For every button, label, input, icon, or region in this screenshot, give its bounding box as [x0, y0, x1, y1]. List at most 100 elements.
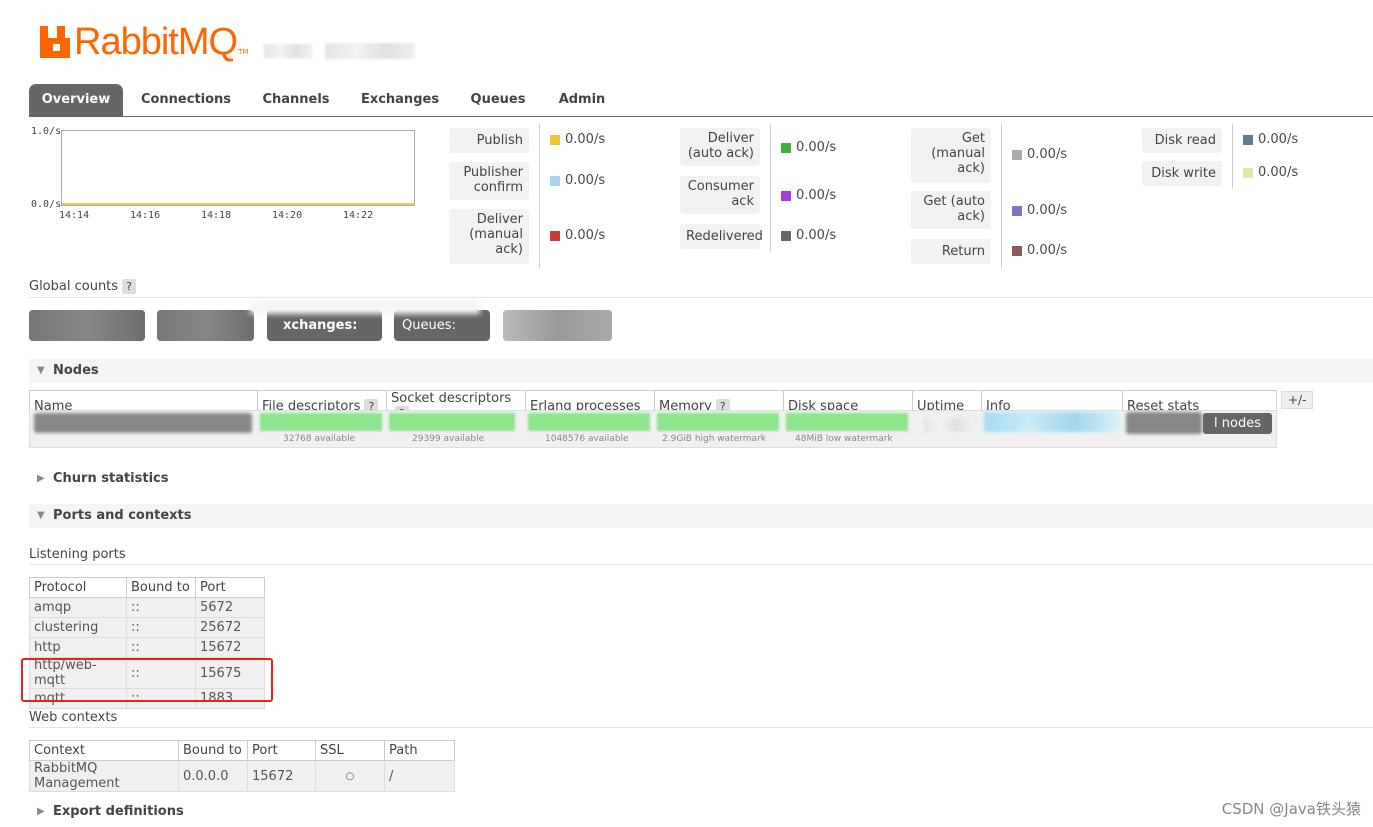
deliver-manual-swatch: [550, 230, 560, 241]
tab-exchanges[interactable]: Exchanges: [357, 84, 443, 116]
get-manual-ack-button[interactable]: Get (manual ack): [911, 128, 991, 183]
redelivered-swatch: [781, 230, 791, 241]
listening-ports-label: Listening ports: [29, 547, 126, 562]
tab-channels[interactable]: Channels: [255, 84, 337, 116]
table-row: RabbitMQ Management 0.0.0.0 15672 ○ /: [29, 760, 455, 792]
file-descriptors-available: 32768 available: [283, 434, 356, 444]
web-contexts-label: Web contexts: [29, 710, 118, 725]
x-tick: 14:18: [201, 210, 232, 221]
get-auto-swatch: [1012, 205, 1022, 216]
rabbitmq-logo[interactable]: RabbitMQ TM: [40, 22, 248, 62]
consumer-ack-swatch: [781, 190, 791, 201]
disk-watermark: 48MiB low watermark: [795, 434, 893, 444]
table-row: http:: 15672: [29, 637, 265, 658]
redelivered-rate: 0.00/s: [781, 228, 836, 243]
get-auto-ack-button[interactable]: Get (auto ack): [911, 191, 991, 229]
consumer-ack-rate: 0.00/s: [781, 188, 836, 203]
publish-swatch: [550, 134, 560, 145]
logo-text: RabbitMQ: [74, 21, 238, 63]
tab-queues[interactable]: Queues: [465, 84, 531, 116]
deliver-manual-ack-button[interactable]: Deliver (manual ack): [449, 209, 529, 264]
consumer-ack-button[interactable]: Consumer ack: [680, 176, 760, 214]
main-tabs: Overview Connections Channels Exchanges …: [29, 84, 1373, 117]
highlight-annotation: [21, 658, 273, 702]
consumers-count-button[interactable]: [503, 310, 612, 341]
socket-descriptors-available: 29399 available: [412, 434, 485, 444]
collapse-icon: ▼: [37, 365, 45, 376]
disk-read-button[interactable]: Disk read: [1142, 128, 1222, 153]
tab-connections[interactable]: Connections: [137, 84, 235, 116]
deliver-manual-rate: 0.00/s: [550, 228, 605, 243]
disk-write-swatch: [1243, 167, 1253, 178]
connections-count-button[interactable]: [29, 310, 145, 341]
erlang-processes-available: 1048576 available: [545, 434, 629, 444]
y-axis-min: 0.0/s: [31, 199, 62, 210]
uptime-redacted: [924, 418, 972, 432]
publish-button[interactable]: Publish: [449, 128, 529, 153]
col-bound-to: Bound to: [126, 577, 196, 598]
chart-plot-area: [61, 130, 415, 206]
get-manual-swatch: [1012, 149, 1022, 160]
logo-tm: TM: [238, 48, 249, 56]
global-counts-label: Global counts?: [29, 279, 136, 294]
help-icon[interactable]: ?: [122, 279, 136, 294]
churn-statistics-toggle[interactable]: ▶ Churn statistics: [29, 471, 169, 486]
rate-series-line: [62, 203, 414, 205]
col-ssl: SSL: [315, 740, 385, 761]
tab-admin[interactable]: Admin: [551, 84, 613, 116]
disk-write-button[interactable]: Disk write: [1142, 161, 1222, 186]
export-definitions-toggle[interactable]: ▶ Export definitions: [29, 804, 184, 819]
queues-count-button[interactable]: Queues:: [394, 310, 490, 341]
info-badges-redacted: [984, 412, 1120, 432]
ssl-off-icon: ○: [315, 760, 385, 792]
disk-space-bar: [786, 413, 908, 431]
x-tick: 14:16: [130, 210, 161, 221]
channels-count-button[interactable]: [157, 310, 254, 341]
ports-contexts-toggle[interactable]: ▼ Ports and contexts: [29, 504, 1373, 528]
deliver-auto-ack-button[interactable]: Deliver (auto ack): [680, 128, 760, 166]
table-row: amqp:: 5672: [29, 597, 265, 618]
publisher-confirm-swatch: [550, 175, 560, 186]
x-tick: 14:20: [272, 210, 303, 221]
col-bound-to: Bound to: [178, 740, 248, 761]
expand-icon: ▶: [37, 473, 45, 484]
erlang-processes-bar: [528, 413, 650, 431]
web-contexts-table: Context Bound to Port SSL Path RabbitMQ …: [29, 740, 455, 792]
reset-this-node-button[interactable]: [1126, 412, 1202, 434]
socket-descriptors-bar: [389, 413, 515, 431]
cluster-name-redacted: [264, 44, 312, 58]
disk-read-swatch: [1243, 134, 1253, 145]
col-port: Port: [247, 740, 316, 761]
redelivered-button[interactable]: Redelivered: [680, 224, 763, 249]
rabbit-logo-icon: [40, 26, 70, 58]
get-manual-rate: 0.00/s: [1012, 147, 1067, 162]
disk-read-rate: 0.00/s: [1243, 132, 1298, 147]
y-axis-max: 1.0/s: [31, 126, 62, 137]
nodes-section-toggle[interactable]: ▼ Nodes: [29, 359, 1373, 383]
exchanges-count-button[interactable]: xchanges: 116: [267, 310, 382, 341]
collapse-icon: ▼: [37, 510, 45, 521]
publish-rate: 0.00/s: [550, 132, 605, 147]
col-context: Context: [29, 740, 179, 761]
tab-overview[interactable]: Overview: [29, 84, 123, 116]
x-tick: 14:22: [343, 210, 374, 221]
user-name-redacted: [325, 43, 415, 59]
x-tick: 14:14: [59, 210, 90, 221]
columns-toggle-button[interactable]: +/-: [1281, 391, 1314, 409]
node-name-redacted[interactable]: [34, 413, 252, 433]
publisher-confirm-button[interactable]: Publisher confirm: [449, 162, 529, 200]
file-descriptors-bar: [260, 413, 382, 431]
memory-bar: [657, 413, 779, 431]
message-rates-chart: 1.0/s 0.0/s 14:14 14:16 14:18 14:20 14:2…: [29, 125, 429, 225]
watermark: CSDN @Java铁头猿: [1221, 800, 1361, 818]
return-rate: 0.00/s: [1012, 243, 1067, 258]
return-swatch: [1012, 245, 1022, 256]
col-port: Port: [195, 577, 265, 598]
reset-all-nodes-button[interactable]: l nodes: [1203, 413, 1272, 434]
publisher-confirm-rate: 0.00/s: [550, 173, 605, 188]
table-row: clustering:: 25672: [29, 617, 265, 638]
return-button[interactable]: Return: [911, 239, 991, 264]
expand-icon: ▶: [37, 806, 45, 817]
deliver-auto-swatch: [781, 142, 791, 153]
get-auto-rate: 0.00/s: [1012, 203, 1067, 218]
